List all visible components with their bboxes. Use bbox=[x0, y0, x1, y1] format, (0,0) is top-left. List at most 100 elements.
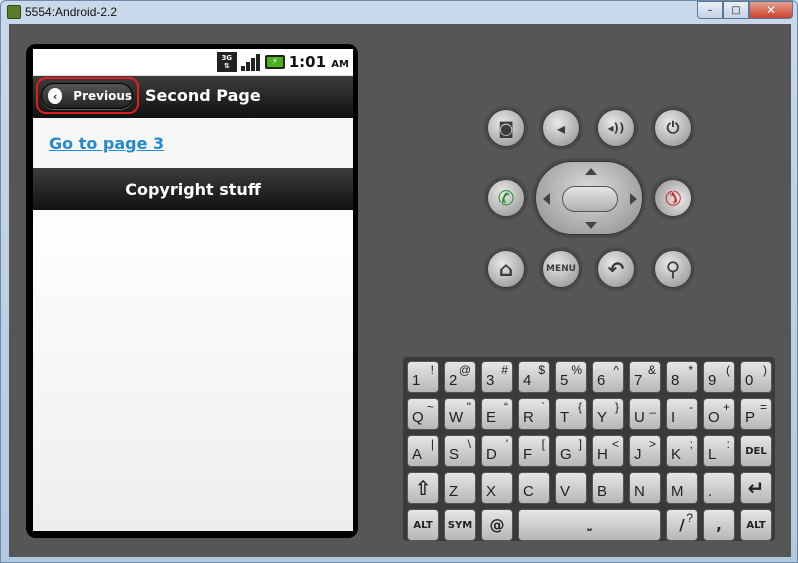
key-label: O bbox=[708, 409, 720, 426]
key-alt-label: | bbox=[430, 437, 434, 451]
key-row1-1[interactable]: 2 @ bbox=[444, 361, 476, 393]
key-label: A bbox=[412, 446, 423, 463]
key-row4-4[interactable]: V bbox=[555, 472, 587, 504]
key-alt-label: : bbox=[726, 437, 730, 451]
key-row1-2[interactable]: 3 # bbox=[481, 361, 513, 393]
key-row4-0[interactable]: ⇧ bbox=[407, 472, 439, 504]
key-label: 4 bbox=[523, 372, 532, 389]
go-to-page-3-link[interactable]: Go to page 3 bbox=[49, 134, 164, 153]
at-key[interactable]: @ bbox=[481, 509, 513, 541]
key-row2-8[interactable]: O + bbox=[703, 398, 735, 430]
key-alt-label: ] bbox=[578, 437, 582, 451]
key-row1-5[interactable]: 6 ^ bbox=[592, 361, 624, 393]
close-button[interactable]: ✕ bbox=[749, 1, 793, 19]
key-label: Q bbox=[412, 409, 424, 426]
key-row1-3[interactable]: 4 $ bbox=[518, 361, 550, 393]
key-row2-1[interactable]: W " bbox=[444, 398, 476, 430]
key-row3-4[interactable]: G] bbox=[555, 435, 587, 467]
alt-left-key[interactable]: ALT bbox=[407, 509, 439, 541]
search-button[interactable]: ⚲ bbox=[654, 250, 692, 288]
dpad-left-icon[interactable] bbox=[543, 193, 550, 205]
end-call-button[interactable]: ✆ bbox=[646, 171, 700, 225]
dpad[interactable] bbox=[535, 161, 643, 235]
power-button[interactable]: ⏻ bbox=[654, 109, 692, 147]
key-row3-9[interactable]: DEL bbox=[740, 435, 772, 467]
key-row1-7[interactable]: 8 * bbox=[666, 361, 698, 393]
key-row3-1[interactable]: S \ bbox=[444, 435, 476, 467]
key-label: 2 bbox=[449, 372, 458, 389]
phone-screen[interactable]: 3G ⇅ ⚡ 1:01 AM ‹ Previous Second Page Go … bbox=[33, 49, 353, 531]
key-alt-label: ! bbox=[430, 363, 434, 377]
key-row2-2[interactable]: E “ bbox=[481, 398, 513, 430]
key-row1-9[interactable]: 0) bbox=[740, 361, 772, 393]
key-alt-label: ' bbox=[505, 437, 508, 451]
dpad-center-button[interactable] bbox=[562, 186, 618, 212]
volume-up-button[interactable]: ◂)) bbox=[597, 109, 635, 147]
menu-button[interactable]: MENU bbox=[542, 250, 580, 288]
key-label: S bbox=[449, 446, 460, 463]
key-row4-2[interactable]: X bbox=[481, 472, 513, 504]
key-label: L bbox=[708, 446, 717, 463]
camera-button[interactable]: ◙ bbox=[487, 109, 525, 147]
key-row2-0[interactable]: Q ~ bbox=[407, 398, 439, 430]
key-row3-2[interactable]: D ' bbox=[481, 435, 513, 467]
key-alt-label: [ bbox=[541, 437, 545, 451]
key-row1-8[interactable]: 9( bbox=[703, 361, 735, 393]
key-row4-3[interactable]: C bbox=[518, 472, 550, 504]
home-button[interactable]: ⌂ bbox=[487, 250, 525, 288]
key-label: C bbox=[523, 483, 534, 500]
slash-key[interactable]: /? bbox=[666, 509, 698, 541]
key-row3-0[interactable]: A | bbox=[407, 435, 439, 467]
key-row3-6[interactable]: J > bbox=[629, 435, 661, 467]
android-icon bbox=[7, 5, 21, 19]
key-row4-9[interactable]: ↵ bbox=[740, 472, 772, 504]
key-label: @ bbox=[489, 516, 505, 534]
minimize-button[interactable]: – bbox=[697, 1, 723, 19]
key-row1-6[interactable]: 7 & bbox=[629, 361, 661, 393]
call-button[interactable]: ✆ bbox=[487, 179, 525, 217]
key-row2-4[interactable]: T{ bbox=[555, 398, 587, 430]
key-row4-5[interactable]: B bbox=[592, 472, 624, 504]
dpad-right-icon[interactable] bbox=[630, 193, 637, 205]
key-row2-9[interactable]: P = bbox=[740, 398, 772, 430]
back-button[interactable]: ↶ bbox=[597, 250, 635, 288]
key-label: N bbox=[634, 483, 645, 500]
key-row1-4[interactable]: 5% bbox=[555, 361, 587, 393]
key-row1-0[interactable]: 1! bbox=[407, 361, 439, 393]
battery-icon: ⚡ bbox=[264, 55, 285, 69]
key-alt-label: \ bbox=[467, 437, 471, 451]
key-row3-8[interactable]: L: bbox=[703, 435, 735, 467]
maximize-button[interactable]: □ bbox=[723, 1, 749, 19]
key-label: , bbox=[716, 516, 722, 534]
key-row4-8[interactable]: . bbox=[703, 472, 735, 504]
emulator-body: 3G ⇅ ⚡ 1:01 AM ‹ Previous Second Page Go … bbox=[9, 24, 791, 557]
key-label: B bbox=[597, 483, 608, 500]
signal-icon bbox=[240, 53, 261, 71]
key-row2-6[interactable]: U _ bbox=[629, 398, 661, 430]
dpad-down-icon[interactable] bbox=[585, 222, 597, 229]
sym-key[interactable]: SYM bbox=[444, 509, 476, 541]
key-row3-3[interactable]: F[ bbox=[518, 435, 550, 467]
key-alt-label: * bbox=[688, 363, 693, 377]
comma-key[interactable]: , bbox=[703, 509, 735, 541]
hardware-keyboard: 1! 2 @3 #4 $5% 6 ^ 7 & 8 * 9(0) Q ~ W " E “R ` T{Y} U _ I - O + P =… bbox=[403, 357, 775, 541]
key-alt-label: = bbox=[759, 400, 767, 414]
key-row3-7[interactable]: K; bbox=[666, 435, 698, 467]
key-label: 8 bbox=[671, 372, 680, 389]
key-label: 0 bbox=[745, 372, 754, 389]
title-bar[interactable]: 5554:Android-2.2 – □ ✕ bbox=[1, 1, 797, 23]
key-label: G bbox=[560, 446, 572, 463]
key-row2-5[interactable]: Y} bbox=[592, 398, 624, 430]
key-row4-7[interactable]: M bbox=[666, 472, 698, 504]
dpad-up-icon[interactable] bbox=[585, 168, 597, 175]
volume-down-button[interactable]: ◂ bbox=[542, 109, 580, 147]
key-row4-6[interactable]: N bbox=[629, 472, 661, 504]
key-alt-label: ? bbox=[686, 511, 693, 525]
alt-right-key[interactable]: ALT bbox=[740, 509, 772, 541]
key-row3-5[interactable]: H < bbox=[592, 435, 624, 467]
key-row4-1[interactable]: Z bbox=[444, 472, 476, 504]
space-key[interactable]: ⎵ bbox=[518, 509, 661, 541]
key-row2-3[interactable]: R ` bbox=[518, 398, 550, 430]
window-title: 5554:Android-2.2 bbox=[25, 5, 118, 19]
key-row2-7[interactable]: I- bbox=[666, 398, 698, 430]
